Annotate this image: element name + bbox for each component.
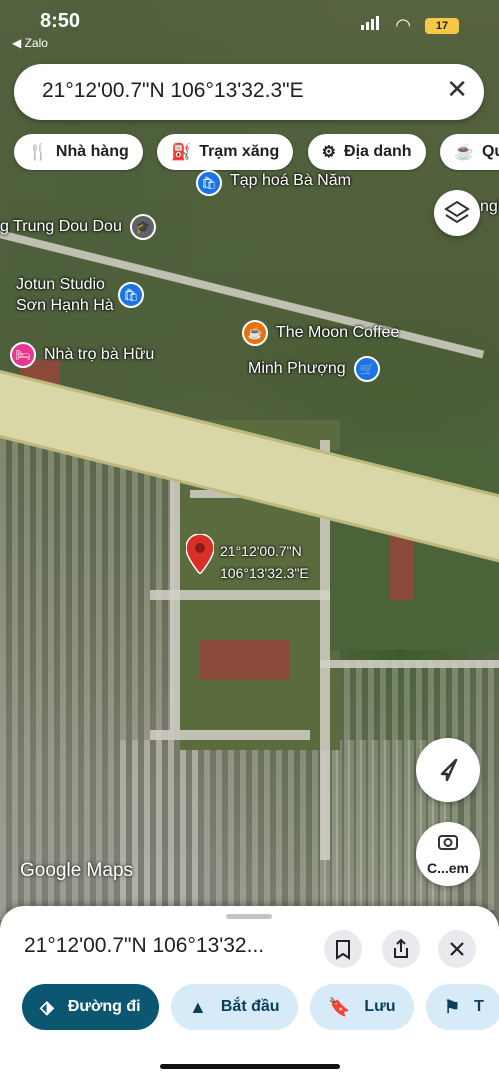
lens-camera-icon bbox=[438, 835, 458, 850]
poi-nhatro[interactable]: Nhà trọ bà Hữu bbox=[44, 346, 154, 364]
navigation-arrow-icon: ▲ bbox=[189, 996, 207, 1017]
road bbox=[320, 660, 499, 668]
roof bbox=[200, 640, 290, 680]
place-title: 21°12'00.7"N 106°13'32... bbox=[24, 934, 265, 957]
navigation-arrow-icon bbox=[440, 758, 458, 782]
action-label: Lưu bbox=[364, 998, 396, 1015]
road bbox=[0, 230, 485, 359]
poi-moon[interactable]: The Moon Coffee bbox=[276, 324, 399, 342]
coffee-pin-icon[interactable]: ☕ bbox=[242, 320, 268, 346]
sheet-drag-handle[interactable] bbox=[226, 914, 272, 919]
search-bar[interactable]: 21°12'00.7"N 106°13'32.3"E ✕ bbox=[14, 64, 484, 120]
status-time: 8:50 bbox=[40, 10, 81, 32]
save-button[interactable]: 🔖 Lưu bbox=[309, 984, 414, 1030]
close-icon bbox=[450, 942, 464, 956]
pin-label-line1: 21°12'00.7"N bbox=[220, 543, 302, 559]
wifi-icon: ◠ bbox=[395, 15, 411, 35]
close-icon[interactable]: ✕ bbox=[446, 74, 468, 105]
chip-label: Địa danh bbox=[344, 143, 412, 160]
layers-button[interactable] bbox=[434, 190, 480, 236]
cart-pin-icon[interactable]: 🛒 bbox=[354, 356, 380, 382]
road bbox=[150, 730, 310, 740]
poi-nghi[interactable]: nghi bbox=[480, 198, 499, 216]
share-button[interactable] bbox=[382, 930, 420, 968]
close-sheet-button[interactable] bbox=[438, 930, 476, 968]
bookmark-icon: 🔖 bbox=[327, 996, 351, 1017]
bookmark-icon bbox=[336, 940, 350, 960]
layers-icon bbox=[444, 200, 470, 224]
action-label: Đường đi bbox=[67, 998, 141, 1015]
school-pin-icon[interactable]: 🎓 bbox=[130, 214, 156, 240]
shop-pin-icon[interactable]: 🛍 bbox=[196, 170, 222, 196]
camera-lens-button[interactable]: C...em bbox=[416, 822, 480, 886]
signal-icon bbox=[361, 16, 379, 30]
save-bookmark-button[interactable] bbox=[324, 930, 362, 968]
action-label: T bbox=[474, 998, 484, 1015]
poi-jotun-line1[interactable]: Jotun Studio bbox=[16, 276, 105, 294]
directions-icon: ⬗ bbox=[40, 996, 54, 1017]
status-bar: 8:50 ◀ Zalo ◠ 17 bbox=[0, 0, 499, 50]
landmark-icon: ⚙ bbox=[321, 144, 337, 161]
back-to-app[interactable]: ◀ Zalo bbox=[12, 36, 48, 50]
my-location-button[interactable] bbox=[416, 738, 480, 802]
pin-coordinates-label: 21°12'00.7"N 106°13'32.3"E bbox=[220, 540, 309, 584]
fork-knife-icon: 🍴 bbox=[28, 144, 48, 161]
poi-trung[interactable]: g Trung Dou Dou bbox=[0, 218, 122, 236]
google-maps-logo: Google Maps bbox=[20, 860, 134, 881]
gas-pump-icon: ⛽ bbox=[171, 144, 192, 161]
location-pin-icon[interactable] bbox=[186, 534, 214, 574]
chip-landmarks[interactable]: ⚙ Địa danh bbox=[307, 134, 426, 170]
battery-icon: 17 bbox=[425, 18, 459, 34]
shop-pin-icon[interactable]: 🛍 bbox=[118, 282, 144, 308]
flag-button[interactable]: ⚑ T bbox=[426, 984, 499, 1030]
directions-button[interactable]: ⬗ Đường đi bbox=[22, 984, 159, 1030]
action-label: Bắt đầu bbox=[220, 998, 280, 1015]
share-icon bbox=[394, 938, 408, 958]
chip-label: Trạm xăng bbox=[199, 143, 280, 160]
chip-restaurants[interactable]: 🍴 Nhà hàng bbox=[14, 134, 143, 170]
action-buttons: ⬗ Đường đi ▲ Bắt đầu 🔖 Lưu ⚑ T bbox=[22, 984, 499, 1030]
lodging-pin-icon[interactable]: 🛏 bbox=[10, 342, 36, 368]
chip-gas-stations[interactable]: ⛽ Trạm xăng bbox=[157, 134, 294, 170]
flag-icon: ⚑ bbox=[444, 996, 461, 1017]
pin-label-line2: 106°13'32.3"E bbox=[220, 565, 309, 581]
start-button[interactable]: ▲ Bắt đầu bbox=[171, 984, 298, 1030]
bottom-sheet: 21°12'00.7"N 106°13'32... ⬗ Đường đi ▲ Bắt… bbox=[0, 906, 499, 1080]
poi-minh[interactable]: Minh Phượng bbox=[248, 360, 346, 378]
category-chips: 🍴 Nhà hàng ⛽ Trạm xăng ⚙ Địa danh ☕ Qu bbox=[14, 134, 499, 172]
home-indicator[interactable] bbox=[160, 1064, 340, 1069]
poi-jotun-line2[interactable]: Sơn Hạnh Hà bbox=[16, 297, 114, 315]
chip-label: Nhà hàng bbox=[55, 143, 129, 160]
search-input[interactable]: 21°12'00.7"N 106°13'32.3"E bbox=[42, 79, 304, 103]
chip-label: Qu bbox=[481, 143, 499, 160]
camera-label: C...em bbox=[426, 860, 469, 876]
poi-taphoa[interactable]: Tạp hoá Bà Năm bbox=[230, 172, 351, 190]
coffee-cup-icon: ☕ bbox=[454, 144, 474, 161]
chip-coffee[interactable]: ☕ Qu bbox=[440, 134, 499, 170]
